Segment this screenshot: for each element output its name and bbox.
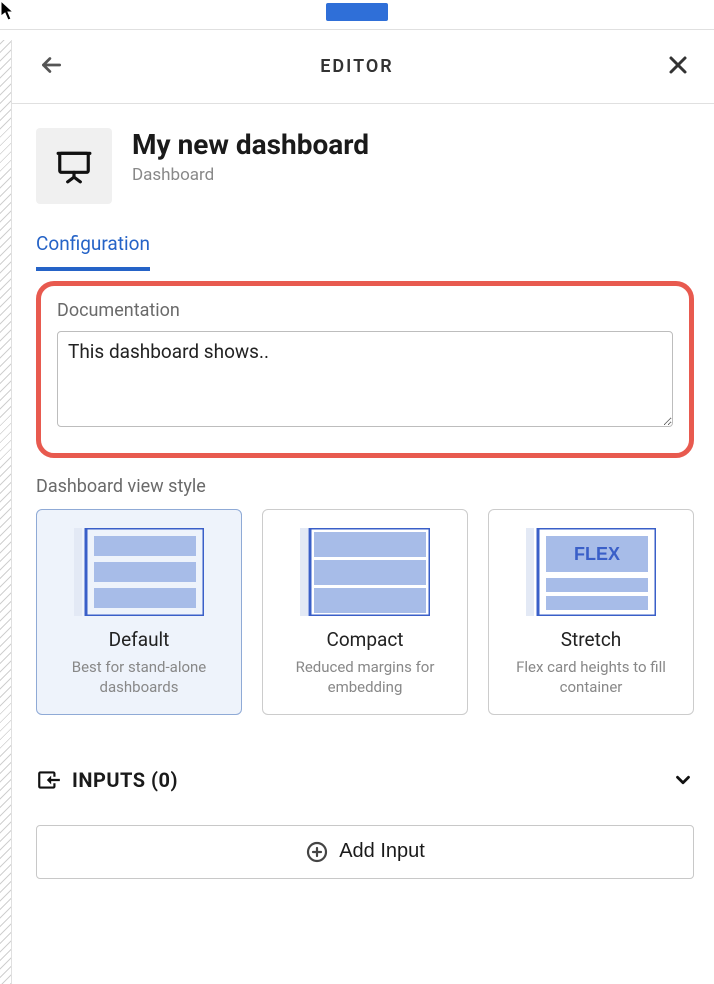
tab-configuration[interactable]: Configuration bbox=[36, 228, 150, 271]
plus-circle-icon bbox=[305, 840, 329, 864]
header-title: EDITOR bbox=[320, 56, 393, 77]
view-style-default[interactable]: Default Best for stand-alone dashboards bbox=[36, 509, 242, 715]
svg-text:FLEX: FLEX bbox=[574, 544, 620, 564]
add-input-label: Add Input bbox=[339, 840, 425, 863]
view-style-options: Default Best for stand-alone dashboards … bbox=[36, 509, 694, 715]
resize-handle[interactable] bbox=[0, 40, 12, 984]
back-button[interactable] bbox=[32, 46, 70, 87]
add-input-button[interactable]: Add Input bbox=[36, 825, 694, 879]
view-style-stretch[interactable]: FLEX Stretch Flex card heights to fill c… bbox=[488, 509, 694, 715]
view-card-title: Stretch bbox=[499, 628, 683, 651]
close-button[interactable] bbox=[662, 49, 694, 84]
view-card-title: Compact bbox=[273, 628, 457, 651]
inputs-title: INPUTS (0) bbox=[72, 768, 178, 792]
dashboard-subtitle: Dashboard bbox=[132, 165, 369, 185]
inputs-section-header[interactable]: INPUTS (0) bbox=[36, 763, 694, 797]
documentation-highlight: Documentation bbox=[36, 281, 694, 458]
default-thumb bbox=[47, 528, 231, 616]
top-bar bbox=[0, 0, 714, 30]
documentation-label: Documentation bbox=[57, 300, 673, 321]
title-row: My new dashboard Dashboard bbox=[36, 128, 694, 204]
view-card-desc: Best for stand-alone dashboards bbox=[47, 657, 231, 698]
arrow-left-icon bbox=[38, 52, 64, 78]
dashboard-icon-box bbox=[36, 128, 112, 204]
compact-thumb bbox=[273, 528, 457, 616]
close-icon bbox=[666, 53, 690, 77]
view-card-desc: Reduced margins for embedding bbox=[273, 657, 457, 698]
active-tab-indicator[interactable] bbox=[326, 3, 388, 21]
input-icon bbox=[36, 767, 62, 793]
documentation-textarea[interactable] bbox=[57, 331, 673, 427]
stretch-thumb: FLEX bbox=[499, 528, 683, 616]
view-card-desc: Flex card heights to fill container bbox=[499, 657, 683, 698]
editor-header: EDITOR bbox=[12, 30, 714, 104]
view-style-label: Dashboard view style bbox=[36, 476, 694, 497]
dashboard-title: My new dashboard bbox=[132, 128, 369, 161]
chevron-down-icon bbox=[672, 769, 694, 791]
presentation-icon bbox=[55, 147, 93, 185]
view-card-title: Default bbox=[47, 628, 231, 651]
view-style-compact[interactable]: Compact Reduced margins for embedding bbox=[262, 509, 468, 715]
